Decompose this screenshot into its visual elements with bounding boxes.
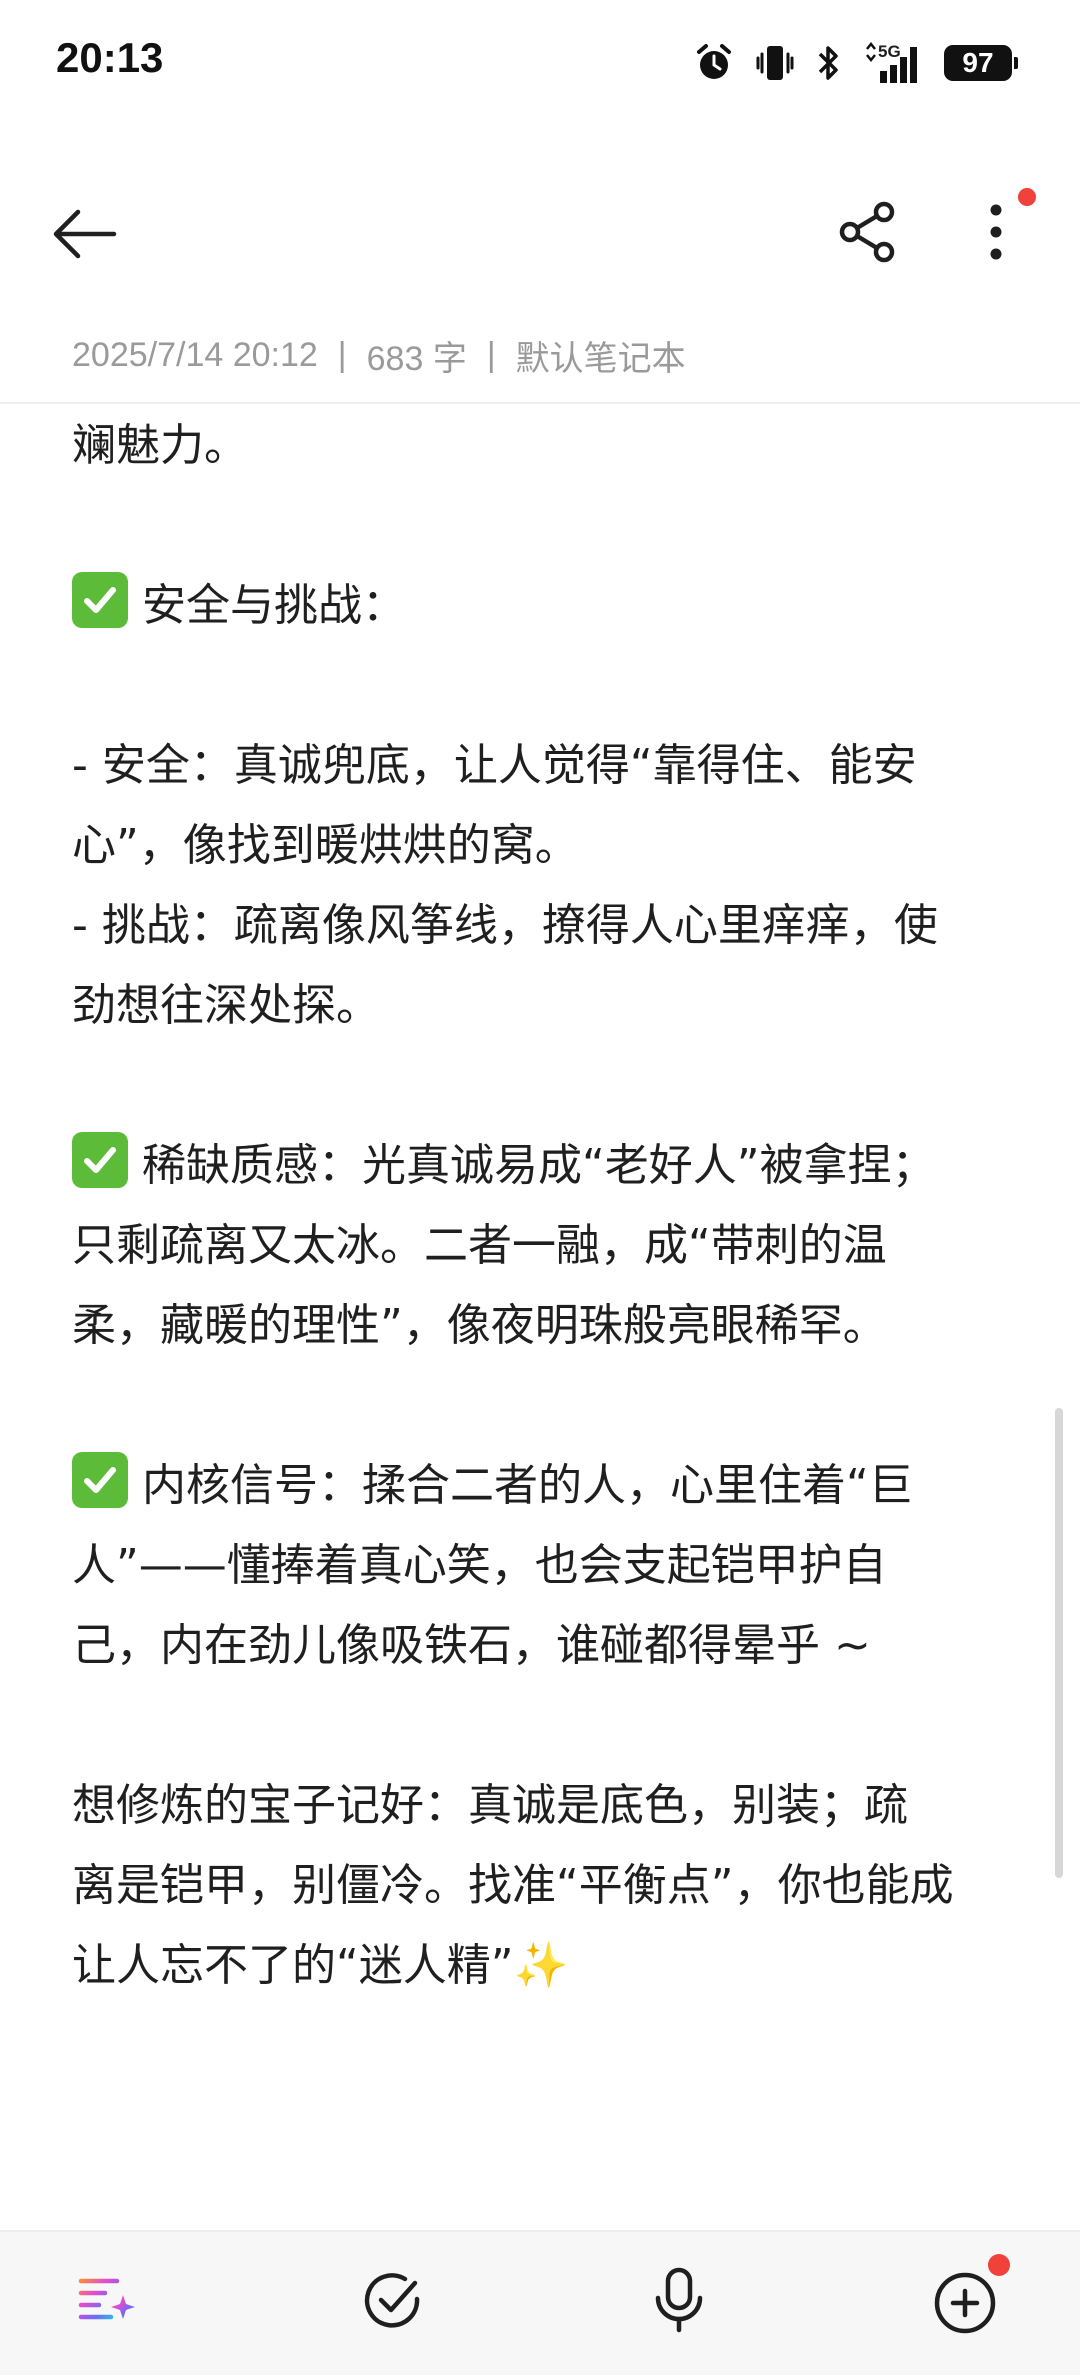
note-datetime: 2025/7/14 20:12 bbox=[72, 335, 318, 374]
notification-dot bbox=[1018, 188, 1036, 206]
note-word-count: 683 字 bbox=[366, 339, 467, 378]
note-heading: 稀缺质感：光真诚易成“老好人”被拿捏； bbox=[142, 1140, 936, 1191]
scrollbar-thumb[interactable] bbox=[1055, 1408, 1063, 1878]
note-heading: 安全与挑战： bbox=[142, 580, 406, 631]
microphone-icon bbox=[655, 2267, 703, 2333]
back-button[interactable] bbox=[40, 190, 128, 278]
add-button[interactable] bbox=[920, 2254, 1010, 2346]
signal-5g-icon: 5G bbox=[864, 41, 922, 85]
check-mark-icon bbox=[72, 1132, 128, 1188]
note-line: 离是铠甲，别僵冷。找准“平衡点”，你也能成 bbox=[72, 1860, 954, 1911]
note-heading: 内核信号：揉合二者的人，心里住着“巨 bbox=[142, 1460, 913, 1511]
alarm-icon bbox=[697, 44, 731, 79]
vibrate-icon bbox=[756, 46, 794, 80]
notification-dot bbox=[988, 2254, 1010, 2276]
note-body[interactable]: 斓魅力。 安全与挑战： - 安全：真诚兜底，让人觉得“靠得住、能安 心”，像找到… bbox=[72, 406, 1022, 2226]
todo-button[interactable] bbox=[348, 2256, 438, 2346]
meta-divider bbox=[0, 402, 1080, 404]
status-icons: 5G 97 bbox=[694, 38, 1018, 88]
bluetooth-icon bbox=[818, 46, 838, 80]
arrow-left-icon bbox=[53, 209, 117, 259]
note-line: 己，内在劲儿像吸铁石，谁碰都得晕乎 ~ bbox=[72, 1620, 871, 1671]
note-meta: 2025/7/14 20:12 | 683 字 | 默认笔记本 bbox=[72, 330, 686, 380]
note-line: - 挑战：疏离像风筝线，撩得人心里痒痒，使 bbox=[72, 900, 938, 951]
share-button[interactable] bbox=[824, 188, 912, 276]
share-icon bbox=[839, 201, 895, 263]
ai-assist-button[interactable] bbox=[62, 2256, 152, 2346]
note-line: 柔，藏暖的理性”，像夜明珠般亮眼稀罕。 bbox=[72, 1300, 887, 1351]
check-mark-icon bbox=[72, 572, 128, 628]
note-notebook[interactable]: 默认笔记本 bbox=[516, 331, 686, 380]
check-circle-icon bbox=[364, 2273, 420, 2328]
note-line: - 安全：真诚兜底，让人觉得“靠得住、能安 bbox=[72, 740, 917, 791]
status-time: 20:13 bbox=[56, 34, 164, 81]
ai-sparkle-icon bbox=[78, 2278, 135, 2320]
check-mark-icon bbox=[72, 1452, 128, 1508]
battery-indicator: 97 bbox=[944, 45, 1018, 81]
note-line: 想修炼的宝子记好：真诚是底色，别装；疏 bbox=[72, 1780, 908, 1831]
more-options-button[interactable] bbox=[956, 188, 1036, 276]
note-line: 稀缺质感：光真诚易成“老好人”被拿捏； bbox=[72, 1126, 1022, 1206]
more-vertical-icon bbox=[990, 204, 1002, 260]
meta-separator: | bbox=[337, 335, 347, 374]
meta-separator: | bbox=[486, 335, 496, 374]
note-line: 心”，像找到暖烘烘的窝。 bbox=[72, 820, 579, 871]
note-line: 安全与挑战： bbox=[72, 566, 1022, 646]
note-line: 只剩疏离又太冰。二者一融，成“带刺的温 bbox=[72, 1220, 887, 1271]
note-line: 人”——懂捧着真心笑，也会支起铠甲护自 bbox=[72, 1540, 887, 1591]
note-line: 内核信号：揉合二者的人，心里住着“巨 bbox=[72, 1446, 1022, 1526]
note-line: 让人忘不了的“迷人精”✨ bbox=[72, 1940, 569, 1991]
note-line: 斓魅力。 bbox=[72, 420, 248, 471]
voice-input-button[interactable] bbox=[634, 2256, 724, 2346]
bottom-action-bar bbox=[0, 2230, 1080, 2375]
note-toolbar bbox=[0, 180, 1080, 280]
status-bar: 20:13 5G 97 bbox=[0, 0, 1080, 125]
note-line: 劲想往深处探。 bbox=[72, 980, 380, 1031]
plus-circle-icon bbox=[934, 2272, 996, 2334]
